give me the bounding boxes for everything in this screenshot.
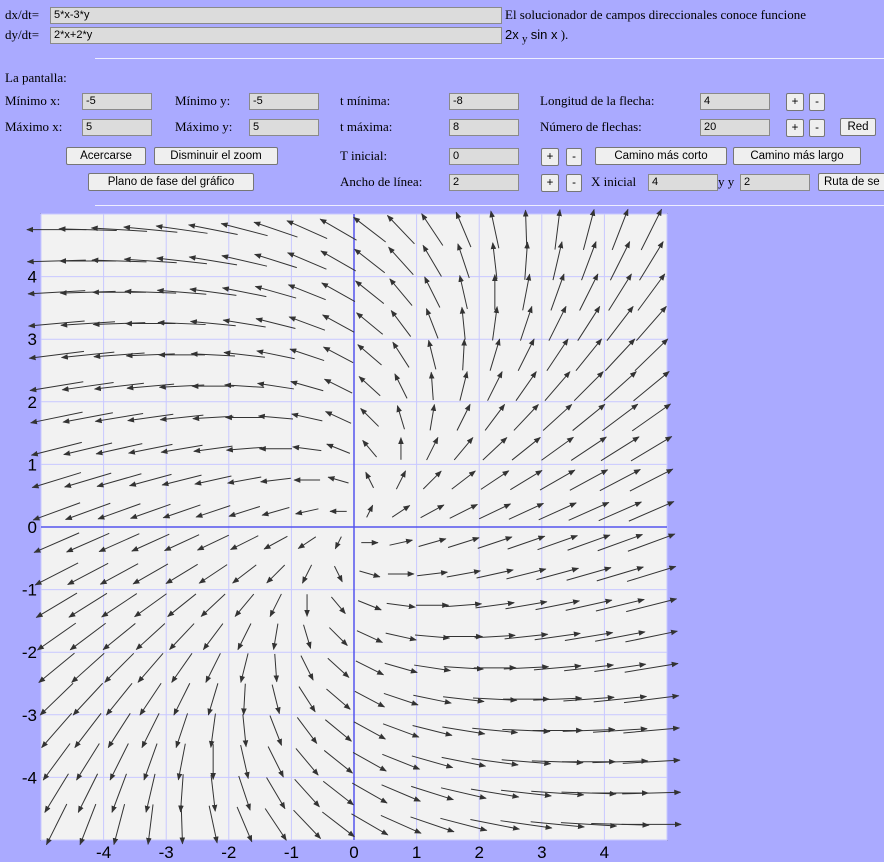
x-tick-label: -1 — [284, 843, 299, 862]
screen-heading: La pantalla: — [5, 70, 67, 85]
direction-field-plot[interactable]: -4 -3 -2 -1 0 1 2 3 4 4 3 2 1 0 -1 -2 -3 -4 — [0, 208, 700, 862]
t-min-label: t mínima: — [340, 93, 391, 108]
y-init-label: y y — [718, 174, 735, 189]
y-init-input[interactable]: 2 — [740, 174, 810, 191]
min-x-label: Mínimo x: — [5, 93, 61, 108]
min-x-input[interactable]: -5 — [82, 93, 152, 110]
y-tick-label: -3 — [22, 706, 37, 725]
zoom-in-button[interactable]: Acercarse — [66, 147, 146, 165]
x-tick-label: -4 — [96, 843, 111, 862]
x-tick-label: 2 — [474, 843, 483, 862]
line-width-minus-button[interactable]: - — [566, 174, 582, 192]
arrow-length-label: Longitud de la flecha: — [540, 93, 655, 108]
y-tick-label: -2 — [22, 643, 37, 662]
line-width-input[interactable]: 2 — [449, 174, 519, 191]
arrow-count-minus-button[interactable]: - — [809, 119, 825, 137]
y-tick-label: -1 — [22, 581, 37, 600]
y-tick-label: -4 — [22, 768, 37, 787]
y-tick-label: 3 — [28, 330, 37, 349]
divider-top — [95, 58, 884, 59]
arrow-length-minus-button[interactable]: - — [809, 93, 825, 111]
t-init-minus-button[interactable]: - — [566, 148, 582, 166]
phase-plane-button[interactable]: Plano de fase del gráfico — [88, 173, 254, 191]
shorter-path-button[interactable]: Camino más corto — [595, 147, 727, 165]
arrow-length-plus-button[interactable]: + — [786, 93, 804, 111]
x-init-input[interactable]: 4 — [648, 174, 718, 191]
divider-bottom — [95, 205, 884, 206]
info-2x: 2x — [505, 27, 519, 42]
arrow-length-input[interactable]: 4 — [700, 93, 770, 110]
dy-equation-input[interactable]: 2*x+2*y — [50, 27, 502, 44]
max-x-input[interactable]: 5 — [82, 119, 152, 136]
arrow-count-label: Número de flechas: — [540, 119, 642, 134]
arrow-count-plus-button[interactable]: + — [786, 119, 804, 137]
x-tick-label: 0 — [349, 843, 358, 862]
t-max-input[interactable]: 8 — [449, 119, 519, 136]
x-tick-label: -3 — [159, 843, 174, 862]
line-width-label: Ancho de línea: — [340, 174, 423, 189]
t-init-label: T inicial: — [340, 148, 388, 163]
route-button[interactable]: Ruta de se — [818, 173, 884, 191]
dx-label: dx/dt= — [5, 7, 40, 22]
min-y-input[interactable]: -5 — [249, 93, 319, 110]
x-tick-label: 4 — [600, 843, 609, 862]
t-init-input[interactable]: 0 — [449, 148, 519, 165]
y-tick-label: 1 — [28, 455, 37, 474]
info-text: El solucionador de campos direccionales … — [505, 7, 807, 22]
longer-path-button[interactable]: Camino más largo — [733, 147, 861, 165]
y-tick-label: 4 — [28, 268, 37, 287]
y-tick-label: 2 — [28, 393, 37, 412]
min-y-label: Mínimo y: — [175, 93, 231, 108]
arrow-count-input[interactable]: 20 — [700, 119, 770, 136]
line-width-plus-button[interactable]: + — [541, 174, 559, 192]
x-tick-label: -2 — [221, 843, 236, 862]
t-init-plus-button[interactable]: + — [541, 148, 559, 166]
max-y-input[interactable]: 5 — [249, 119, 319, 136]
max-y-label: Máximo y: — [175, 119, 233, 134]
info-sinx: sin x — [530, 27, 558, 42]
x-tick-label: 3 — [537, 843, 546, 862]
x-tick-label: 1 — [412, 843, 421, 862]
zoom-out-button[interactable]: Disminuir el zoom — [154, 147, 278, 165]
max-x-label: Máximo x: — [5, 119, 63, 134]
info-text-continued: 2x y sin x ). — [505, 27, 569, 45]
grid-button[interactable]: Red — [840, 118, 876, 136]
info-close: ). — [560, 27, 569, 42]
dy-label: dy/dt= — [5, 27, 40, 42]
t-min-input[interactable]: -8 — [449, 93, 519, 110]
t-max-label: t máxima: — [340, 119, 393, 134]
info-y: y — [521, 33, 528, 45]
dx-equation-input[interactable]: 5*x-3*y — [50, 7, 502, 24]
x-init-label: X inicial — [591, 174, 637, 189]
y-tick-label: 0 — [28, 518, 37, 537]
